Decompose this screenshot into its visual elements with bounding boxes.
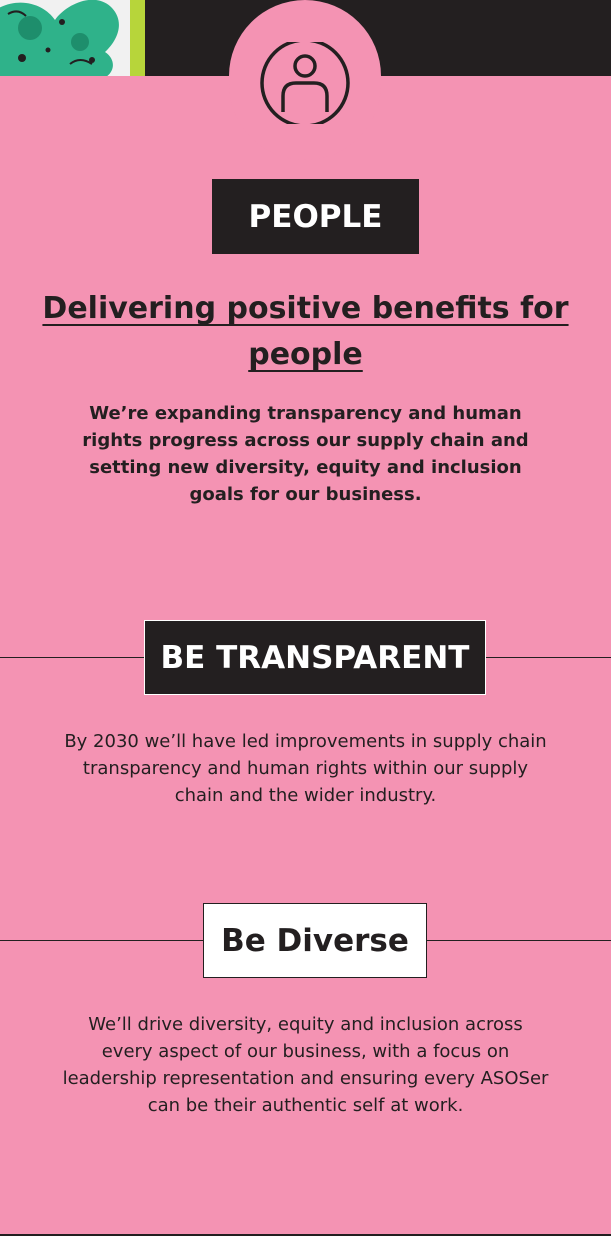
icon-badge — [229, 0, 381, 160]
artwork-thumbnail — [0, 0, 130, 76]
goal-text-diverse: We’ll drive diversity, equity and inclus… — [62, 1014, 549, 1116]
goal-title-diverse: Be Diverse — [203, 903, 427, 978]
headline-link[interactable]: Delivering positive benefits for people — [40, 286, 571, 378]
person-icon — [260, 42, 350, 124]
goal-text-transparent: By 2030 we’ll have led improvements in s… — [64, 731, 547, 806]
section-title: PEOPLE — [212, 179, 419, 254]
accent-stripe — [130, 0, 145, 76]
goal-title-transparent: BE TRANSPARENT — [144, 620, 486, 695]
intro-text: We’re expanding transparency and human r… — [82, 403, 529, 505]
